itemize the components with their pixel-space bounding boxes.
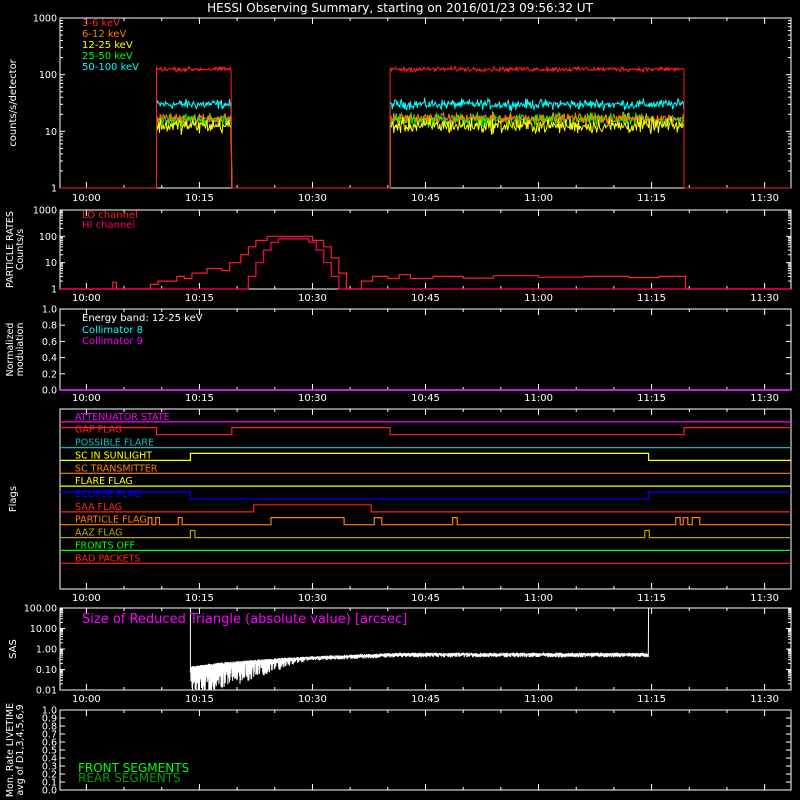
x-tick-label: 11:00 [524, 193, 553, 204]
y-axis-label: Counts/s [15, 229, 26, 270]
flag-label: GAP FLAG [75, 425, 122, 436]
y-axis-label: avg of D1,3,4,5,6,9 [15, 704, 26, 795]
y-tick-label: 1.0 [42, 706, 57, 717]
legend-entry: 6-12 keV [82, 29, 126, 40]
y-tick-label: 10 [45, 258, 57, 269]
y-tick-label: 0.10 [36, 665, 57, 676]
y-tick-label: 100 [39, 232, 57, 243]
energy-band-label: Energy band: 12-25 keV [82, 313, 203, 324]
x-tick-label: 11:15 [637, 593, 666, 604]
x-tick-label: 10:30 [298, 193, 327, 204]
legend-entry: 25-50 keV [82, 51, 133, 62]
y-tick-label: 10.00 [30, 624, 57, 635]
x-tick-label: 11:00 [524, 393, 553, 404]
x-tick-label: 11:15 [637, 193, 666, 204]
y-tick-label: 1000 [33, 14, 57, 25]
x-tick-label: 11:30 [750, 293, 779, 304]
y-tick-label: 0.8 [42, 321, 57, 332]
y-tick-label: 0.4 [42, 353, 57, 364]
x-tick-label: 10:45 [411, 593, 440, 604]
y-tick-label: 0.0 [42, 386, 57, 397]
x-tick-label: 11:30 [750, 593, 779, 604]
x-tick-label: 10:45 [411, 193, 440, 204]
flag-label: SC IN SUNLIGHT [75, 450, 152, 461]
legend-entry: Collimator 8 [82, 325, 143, 336]
y-axis-label: counts/s/detector [8, 58, 19, 146]
legend-entry: 3-6 keV [82, 18, 120, 29]
flag-label: SC TRANSMITTER [75, 463, 158, 474]
flag-label: AAZ FLAG [75, 528, 122, 539]
flag-label: SAA FLAG [75, 502, 122, 513]
x-tick-label: 11:30 [750, 193, 779, 204]
y-axis-label: Flags [8, 486, 19, 512]
y-tick-label: 0.2 [42, 369, 57, 380]
x-tick-label: 10:00 [72, 293, 101, 304]
flag-label: ECLIPSE FLAG [75, 489, 141, 500]
y-tick-label: 1000 [33, 206, 57, 217]
page-title: HESSI Observing Summary, starting on 201… [207, 1, 593, 15]
x-tick-label: 10:45 [411, 694, 440, 705]
y-tick-label: 1.0 [42, 305, 57, 316]
legend-entry: HI channel [82, 220, 135, 231]
x-tick-label: 10:30 [298, 694, 327, 705]
y-axis-label: SAS [8, 639, 19, 659]
x-tick-label: 10:15 [185, 393, 214, 404]
x-tick-label: 11:15 [637, 293, 666, 304]
x-tick-label: 10:30 [298, 393, 327, 404]
legend-entry: 50-100 keV [82, 62, 139, 73]
hessi-observing-summary: HESSI Observing Summary, starting on 201… [0, 0, 800, 800]
x-tick-label: 11:15 [637, 694, 666, 705]
flag-label: ATTENUATOR STATE [75, 412, 170, 423]
flag-label: FLARE FLAG [75, 476, 133, 487]
y-tick-label: 1 [51, 184, 57, 195]
x-tick-label: 10:30 [298, 593, 327, 604]
x-tick-label: 11:30 [750, 694, 779, 705]
y-tick-label: 100.00 [24, 604, 57, 615]
y-tick-label: 100 [39, 70, 57, 81]
x-tick-label: 10:15 [185, 293, 214, 304]
x-tick-label: 10:00 [72, 694, 101, 705]
y-tick-label: 0.01 [36, 686, 57, 697]
flag-label: POSSIBLE FLARE [75, 438, 154, 449]
x-tick-label: 11:00 [524, 694, 553, 705]
x-tick-label: 11:00 [524, 593, 553, 604]
x-tick-label: 10:00 [72, 393, 101, 404]
x-tick-label: 11:15 [637, 393, 666, 404]
legend-entry: Collimator 9 [82, 336, 143, 347]
y-tick-label: 1.00 [36, 645, 57, 656]
x-tick-label: 10:45 [411, 393, 440, 404]
x-tick-label: 10:15 [185, 694, 214, 705]
flag-label: BAD PACKETS [75, 553, 141, 564]
legend-rear-segments: REAR SEGMENTS [78, 771, 181, 785]
x-tick-label: 11:30 [750, 393, 779, 404]
x-tick-label: 10:15 [185, 193, 214, 204]
x-tick-label: 11:00 [524, 293, 553, 304]
y-tick-label: 0.6 [42, 337, 57, 348]
x-tick-label: 10:00 [72, 593, 101, 604]
y-axis-label: modulation [15, 323, 26, 377]
flag-label: FRONTS OFF [75, 540, 135, 551]
y-tick-label: 1 [51, 285, 57, 296]
legend-entry: 12-25 keV [82, 40, 133, 51]
sas-title: Size of Reduced Triangle (absolute value… [82, 612, 407, 627]
x-tick-label: 10:30 [298, 293, 327, 304]
x-tick-label: 10:45 [411, 293, 440, 304]
y-tick-label: 10 [45, 127, 57, 138]
x-tick-label: 10:15 [185, 593, 214, 604]
flag-label: PARTICLE FLAG [75, 515, 147, 526]
x-tick-label: 10:00 [72, 193, 101, 204]
